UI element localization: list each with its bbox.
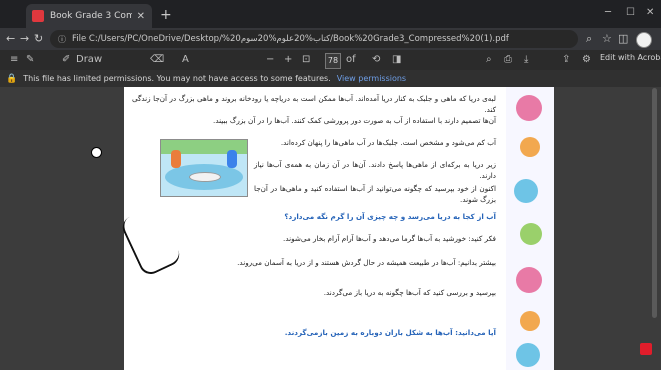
- paragraph: آب کم می‌شود و مشخص است. جلبک‌ها در آب م…: [280, 138, 496, 147]
- margin-decoration: [520, 311, 540, 331]
- address-toolbar: ← → ↻ ⓘ File C:/Users/PC/OneDrive/Deskto…: [0, 28, 661, 50]
- rotate-icon[interactable]: ⟲: [372, 54, 380, 65]
- margin-decoration: [520, 223, 542, 245]
- question-text: آب از کجا به دریا می‌رسد و چه چیزی آن را…: [284, 212, 496, 221]
- forward-icon[interactable]: →: [20, 32, 29, 45]
- lock-icon: 🔒: [6, 73, 18, 84]
- decorative-margin: [506, 87, 554, 370]
- paragraph: زیر دریا به برکه‌ای از ماهی‌ها پاسخ دادن…: [254, 160, 496, 180]
- zoom-icon[interactable]: ⌕: [586, 32, 592, 46]
- close-window-icon[interactable]: ✕: [646, 7, 654, 18]
- paragraph: آن‌ها تصمیم دارند با استفاده از آب به صو…: [213, 116, 496, 125]
- new-tab-icon[interactable]: +: [160, 7, 172, 23]
- page-nav-icon[interactable]: of: [346, 54, 356, 65]
- profile-avatar[interactable]: [636, 32, 652, 48]
- mouse-cursor: [91, 147, 102, 158]
- close-tab-icon[interactable]: ✕: [137, 11, 145, 22]
- margin-decoration: [514, 179, 538, 203]
- margin-decoration: [516, 267, 542, 293]
- heading-paragraph: آیا می‌دانید: آب‌ها به شکل باران دوباره …: [132, 327, 496, 338]
- share-icon[interactable]: ⇪: [562, 54, 570, 65]
- page-number-field[interactable]: 78: [325, 53, 341, 69]
- acrobat-icon[interactable]: [640, 343, 652, 355]
- browser-tab[interactable]: Book Grade 3 Compressed.pdf ✕: [26, 4, 152, 28]
- fit-page-icon[interactable]: ⊡: [302, 54, 310, 65]
- paragraph: بیشتر بدانیم: آب‌ها در طبیعت همیشه در حا…: [237, 258, 496, 267]
- pdf-toolbar: ≡ ✎ ✐ Draw ⌫ A − + ⊡ 78 of ⟲ ◨ ⌕ ⎙ ⤓ ⇪ ⚙…: [0, 50, 661, 71]
- margin-decoration: [516, 343, 540, 367]
- tab-title: Book Grade 3 Compressed.pdf: [50, 11, 132, 21]
- tab-strip: Book Grade 3 Compressed.pdf ✕ + ─ ☐ ✕: [0, 0, 661, 28]
- zoom-in-icon[interactable]: +: [284, 54, 292, 65]
- margin-decoration: [520, 137, 540, 157]
- edit-with-acrobat-button[interactable]: Edit with Acrobat: [600, 53, 661, 62]
- star-icon[interactable]: ☆: [602, 32, 612, 45]
- zoom-out-icon[interactable]: −: [266, 54, 274, 65]
- draw-icon[interactable]: ✐: [62, 54, 70, 65]
- back-icon[interactable]: ←: [6, 32, 15, 45]
- pdf-page: لبه‌ی دریا که ماهی و جلبک به کنار دریا آ…: [124, 87, 554, 370]
- heading-text: آیا می‌دانید: آب‌ها به شکل باران دوباره …: [284, 328, 496, 337]
- file-icon: ⓘ: [58, 34, 66, 44]
- scrollbar[interactable]: [652, 88, 657, 318]
- print-icon[interactable]: ⎙: [504, 54, 512, 65]
- draw-label[interactable]: Draw: [76, 54, 102, 65]
- eraser-icon[interactable]: ⌫: [150, 54, 164, 65]
- paragraph: فکر کنید: خورشید به آب‌ها گرما می‌دهد و …: [283, 234, 496, 243]
- paragraph: بپرسید و بررسی کنید که آب‌ها چگونه به در…: [323, 288, 496, 297]
- extensions-icon[interactable]: ◫: [618, 32, 628, 45]
- view-permissions-link[interactable]: View permissions: [337, 74, 406, 83]
- reload-icon[interactable]: ↻: [34, 32, 43, 45]
- minimize-icon[interactable]: ─: [605, 7, 611, 18]
- question-paragraph: آب از کجا به دریا می‌رسد و چه چیزی آن را…: [132, 211, 496, 222]
- permissions-message: This file has limited permissions. You m…: [23, 74, 331, 83]
- two-page-icon[interactable]: ◨: [392, 54, 401, 65]
- maximize-icon[interactable]: ☐: [626, 7, 635, 18]
- paragraph: لبه‌ی دریا که ماهی و جلبک به کنار دریا آ…: [132, 94, 496, 114]
- address-bar[interactable]: ⓘ File C:/Users/PC/OneDrive/Desktop/%20ک…: [50, 30, 578, 48]
- text-icon[interactable]: A: [182, 54, 189, 65]
- settings-icon[interactable]: ⚙: [582, 54, 591, 65]
- pdf-icon: [32, 10, 44, 22]
- highlight-icon[interactable]: ✎: [26, 54, 34, 65]
- search-icon[interactable]: ⌕: [486, 54, 492, 65]
- contents-icon[interactable]: ≡: [10, 54, 18, 65]
- margin-decoration: [516, 95, 542, 121]
- save-icon[interactable]: ⤓: [524, 54, 528, 65]
- paragraph: اکنون از خود بپرسید که چگونه می‌توانید ا…: [254, 184, 496, 204]
- illustration-image: [160, 139, 248, 197]
- url-text: File C:/Users/PC/OneDrive/Desktop/%20کتا…: [72, 34, 509, 44]
- permissions-infobar: 🔒 This file has limited permissions. You…: [0, 70, 661, 87]
